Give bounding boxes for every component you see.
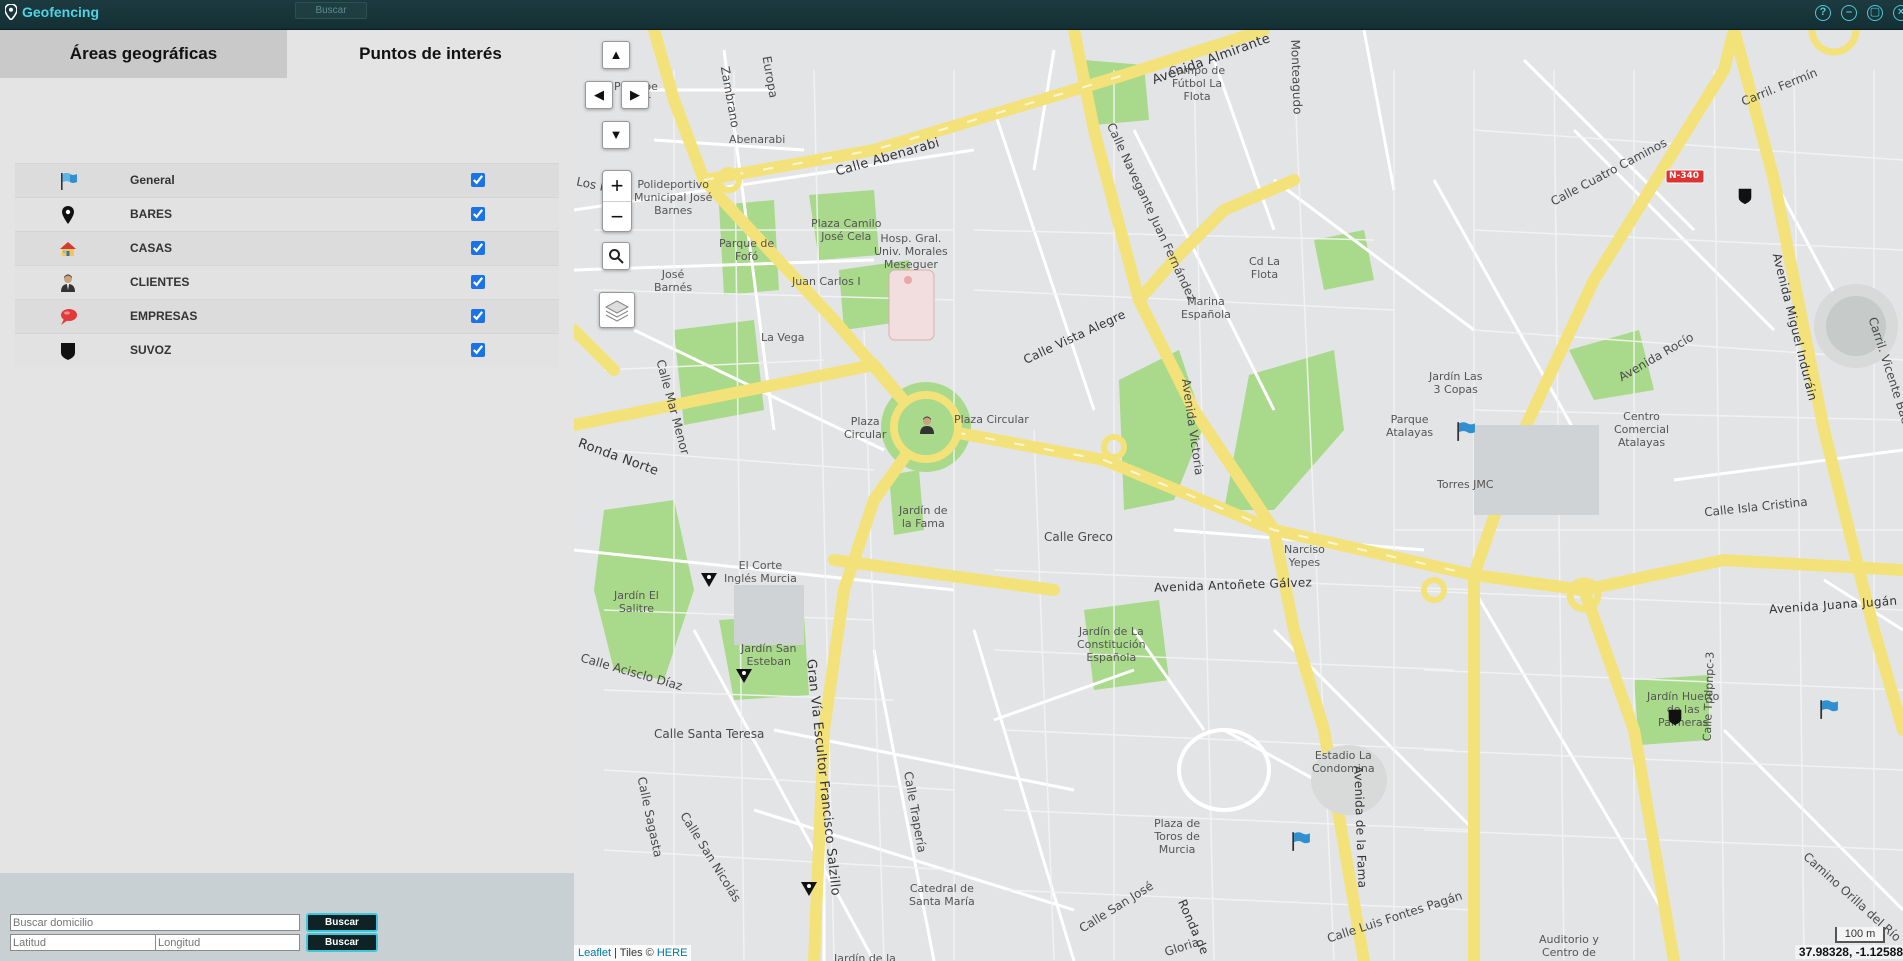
map-tiles <box>574 30 1903 961</box>
poi-label: BARES <box>130 207 173 221</box>
minimize-icon[interactable]: – <box>1841 5 1857 21</box>
scale-bar: 100 m <box>1835 927 1885 943</box>
poi-label: EMPRESAS <box>130 309 198 323</box>
help-icon[interactable]: ? <box>1815 5 1831 21</box>
maximize-icon[interactable]: ▢ <box>1867 5 1883 21</box>
map-label: Abenarabi <box>729 133 786 146</box>
poi-checkbox-casas[interactable] <box>471 241 485 255</box>
map-label: Plaza Circular <box>954 413 1029 426</box>
search-bar: Buscar Buscar <box>0 873 574 961</box>
app-title: Geofencing <box>22 4 100 20</box>
latitude-input[interactable] <box>10 934 156 951</box>
map-label: El Corte Inglés Murcia <box>724 559 797 585</box>
map-label: La Vega <box>761 331 805 344</box>
red-speech-bubble-icon <box>61 309 77 325</box>
general-flag-marker[interactable] <box>1289 830 1311 852</box>
clientes-marker[interactable] <box>917 414 937 436</box>
map-label: Polideportivo Municipal José Barnes <box>634 178 713 217</box>
list-item: General <box>15 163 559 197</box>
layers-button[interactable] <box>599 292 635 328</box>
coordinate-search-button[interactable]: Buscar <box>306 933 378 952</box>
ghost-search-button[interactable]: Buscar <box>295 2 367 19</box>
longitude-input[interactable] <box>155 934 300 951</box>
general-flag-marker[interactable] <box>1817 698 1839 720</box>
map-label: Parque de Fofó <box>719 237 775 263</box>
close-icon[interactable]: × <box>1893 5 1903 21</box>
poi-checkbox-clientes[interactable] <box>471 275 485 289</box>
list-item: CASAS <box>15 231 559 265</box>
house-icon <box>60 242 76 256</box>
zoom-in-button[interactable]: + <box>603 171 631 201</box>
n340-shield-label: N-340 <box>1669 171 1700 181</box>
general-flag-marker[interactable] <box>1454 420 1476 442</box>
magnifier-icon <box>609 249 624 264</box>
map-label: Parque Atalayas <box>1386 413 1434 439</box>
map-label: Narciso Yepes <box>1284 543 1325 569</box>
map-label: Jardín de la Fama <box>899 504 948 530</box>
layers-icon <box>604 300 630 322</box>
poi-checkbox-bares[interactable] <box>471 207 485 221</box>
left-panel: Áreas geográficas Puntos de interés Gene… <box>0 30 574 961</box>
poi-label: SUVOZ <box>130 343 172 357</box>
poi-checkbox-general[interactable] <box>471 173 485 187</box>
poi-label: General <box>130 173 175 187</box>
map-label: Plaza Camilo José Cela <box>811 217 882 243</box>
attribution-text: | Tiles © <box>611 947 657 959</box>
map-label: Jardín Las 3 Copas <box>1429 370 1483 396</box>
poi-checkbox-empresas[interactable] <box>471 309 485 323</box>
list-item: EMPRESAS <box>15 299 559 333</box>
location-pin-icon <box>5 4 17 20</box>
title-bar: Geofencing Buscar ? – ▢ × <box>0 0 1903 30</box>
list-item: BARES <box>15 197 559 231</box>
map-view[interactable]: Avenida Almirante Calle Abenarabi Abenar… <box>574 30 1903 961</box>
map-attribution: Leaflet | Tiles © HERE <box>574 945 692 961</box>
map-label: Juan Carlos I <box>792 275 861 288</box>
map-label: Catedral de Santa María <box>909 882 975 908</box>
map-label: Plaza Circular <box>844 415 887 441</box>
suvoz-marker[interactable] <box>1666 706 1684 728</box>
poi-category-list: General BARES CASAS CLIENTES EMPRESAS SU… <box>15 163 559 367</box>
bares-marker[interactable] <box>799 877 819 899</box>
map-label: Auditorio y Centro de <box>1539 933 1599 959</box>
zoom-out-button[interactable]: − <box>603 201 631 232</box>
pan-down-button[interactable]: ▼ <box>602 121 630 149</box>
suvoz-marker[interactable] <box>1736 185 1754 207</box>
map-label: Campo de Fútbol La Flota <box>1169 64 1226 103</box>
map-label: Calle Greco <box>1044 530 1113 544</box>
poi-label: CLIENTES <box>130 275 190 289</box>
map-label: José Barnés <box>654 268 693 294</box>
map-label: Torres JMC <box>1437 478 1494 491</box>
map-search-button[interactable] <box>602 242 630 270</box>
map-label: Hosp. Gral. Univ. Morales Meseguer <box>874 232 948 271</box>
pan-left-button[interactable]: ◀ <box>585 81 613 109</box>
address-search-button[interactable]: Buscar <box>306 913 378 932</box>
blue-flag-icon <box>61 173 77 190</box>
cursor-coordinates: 37.98328, -1.12588 <box>1794 945 1903 959</box>
map-label: Monteagudo <box>1288 39 1305 115</box>
poi-label: CASAS <box>130 241 173 255</box>
map-label: Jardín de La Constitución Española <box>1077 625 1146 664</box>
address-search-input[interactable] <box>10 914 300 931</box>
list-item: CLIENTES <box>15 265 559 299</box>
list-item: SUVOZ <box>15 333 559 367</box>
pan-up-button[interactable]: ▲ <box>602 41 630 69</box>
bares-marker[interactable] <box>699 568 719 590</box>
black-shield-icon <box>61 343 75 360</box>
map-label: Jardín El Salitre <box>614 589 659 615</box>
tab-puntos-de-interes[interactable]: Puntos de interés <box>287 30 574 78</box>
map-label: Centro Comercial Atalayas <box>1614 410 1670 449</box>
map-label: Calle Santa Teresa <box>654 727 765 741</box>
zoom-control: + − <box>602 170 632 232</box>
map-label: Cd La Flota <box>1249 255 1281 281</box>
leaflet-link[interactable]: Leaflet <box>578 947 611 959</box>
bares-marker[interactable] <box>734 664 754 686</box>
tab-areas-geograficas[interactable]: Áreas geográficas <box>0 30 287 78</box>
poi-checkbox-suvoz[interactable] <box>471 343 485 357</box>
map-label: Jardín de la <box>834 952 896 961</box>
person-icon <box>61 274 75 292</box>
pan-right-button[interactable]: ▶ <box>621 81 649 109</box>
black-pin-icon <box>62 206 74 224</box>
map-label: Plaza de Toros de Murcia <box>1154 817 1201 856</box>
here-link[interactable]: HERE <box>657 947 688 959</box>
